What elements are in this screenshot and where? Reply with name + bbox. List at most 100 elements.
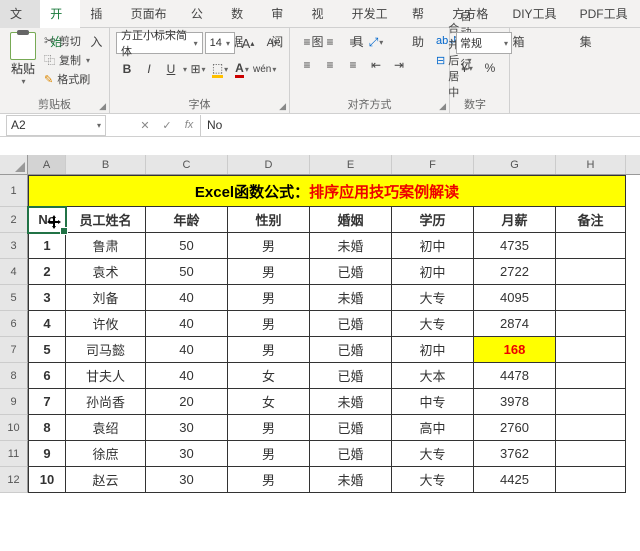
row-header-5[interactable]: 5: [0, 285, 28, 311]
row-header-3[interactable]: 3: [0, 233, 28, 259]
indent-right-button[interactable]: ⇥: [388, 55, 410, 75]
cell[interactable]: 4: [28, 311, 66, 337]
cell[interactable]: 40: [146, 337, 228, 363]
cell[interactable]: 2: [28, 259, 66, 285]
cell[interactable]: 男: [228, 233, 310, 259]
col-header-E[interactable]: E: [310, 155, 392, 174]
cell[interactable]: [556, 311, 626, 337]
tab-帮助[interactable]: 帮助: [402, 0, 442, 28]
row-header-1[interactable]: 1: [0, 175, 28, 207]
cell[interactable]: 中专: [392, 389, 474, 415]
cell[interactable]: [556, 337, 626, 363]
header-cell[interactable]: 年龄: [146, 207, 228, 233]
copy-button[interactable]: ⿻复制▾: [44, 52, 90, 68]
align-right-button[interactable]: ≡: [342, 55, 364, 75]
cell[interactable]: 8: [28, 415, 66, 441]
tab-文件[interactable]: 文件: [0, 0, 40, 28]
cell[interactable]: 2722: [474, 259, 556, 285]
row-header-8[interactable]: 8: [0, 363, 28, 389]
cell[interactable]: 孙尚香: [66, 389, 146, 415]
header-cell[interactable]: 婚姻: [310, 207, 392, 233]
cell[interactable]: 大本: [392, 363, 474, 389]
cell[interactable]: 30: [146, 467, 228, 493]
cell[interactable]: [556, 259, 626, 285]
cell[interactable]: 未婚: [310, 467, 392, 493]
name-box[interactable]: A2▾: [6, 115, 106, 136]
font-color-button[interactable]: A▾: [231, 58, 253, 80]
indent-left-button[interactable]: ⇤: [365, 55, 387, 75]
underline-button[interactable]: U: [160, 58, 182, 80]
decrease-font-button[interactable]: A▾: [261, 32, 283, 54]
format-painter-button[interactable]: ✎格式刷: [44, 71, 90, 87]
cell[interactable]: 男: [228, 259, 310, 285]
border-button[interactable]: ⊞▾: [187, 58, 209, 80]
header-cell[interactable]: 性别: [228, 207, 310, 233]
cell[interactable]: 男: [228, 311, 310, 337]
cell[interactable]: 初中: [392, 337, 474, 363]
tab-开始[interactable]: 开始: [40, 0, 80, 28]
tab-公式[interactable]: 公式: [181, 0, 221, 28]
cell[interactable]: 3762: [474, 441, 556, 467]
cell[interactable]: 甘夫人: [66, 363, 146, 389]
header-cell[interactable]: 学历: [392, 207, 474, 233]
dialog-launcher-icon[interactable]: ◢: [99, 101, 106, 112]
cell[interactable]: 袁术: [66, 259, 146, 285]
align-center-button[interactable]: ≡: [319, 55, 341, 75]
cancel-formula-button[interactable]: ✕: [134, 115, 156, 136]
cell[interactable]: 30: [146, 441, 228, 467]
cell[interactable]: 2760: [474, 415, 556, 441]
cell[interactable]: 已婚: [310, 363, 392, 389]
cell[interactable]: 30: [146, 415, 228, 441]
fill-color-button[interactable]: ⬚▾: [209, 58, 231, 80]
header-cell[interactable]: No: [28, 207, 66, 233]
cell[interactable]: 已婚: [310, 337, 392, 363]
tab-DIY工具箱[interactable]: DIY工具箱: [503, 0, 570, 28]
phonetic-button[interactable]: wén▾: [253, 58, 276, 80]
header-cell[interactable]: 月薪: [474, 207, 556, 233]
formula-input[interactable]: No: [201, 118, 640, 132]
cell[interactable]: 已婚: [310, 415, 392, 441]
cell[interactable]: 许攸: [66, 311, 146, 337]
row-header-7[interactable]: 7: [0, 337, 28, 363]
cell[interactable]: 4095: [474, 285, 556, 311]
cell[interactable]: 168: [474, 337, 556, 363]
italic-button[interactable]: I: [138, 58, 160, 80]
cell[interactable]: 40: [146, 363, 228, 389]
cell[interactable]: 袁绍: [66, 415, 146, 441]
cell[interactable]: [556, 415, 626, 441]
cell[interactable]: [556, 389, 626, 415]
cell[interactable]: 男: [228, 285, 310, 311]
paste-button[interactable]: 粘贴 ▾: [6, 30, 40, 87]
col-header-F[interactable]: F: [392, 155, 474, 174]
header-cell[interactable]: 备注: [556, 207, 626, 233]
cell[interactable]: 40: [146, 311, 228, 337]
bold-button[interactable]: B: [116, 58, 138, 80]
cell[interactable]: [556, 363, 626, 389]
cell[interactable]: [556, 441, 626, 467]
cell[interactable]: 20: [146, 389, 228, 415]
row-header-12[interactable]: 12: [0, 467, 28, 493]
col-header-H[interactable]: H: [556, 155, 626, 174]
cell[interactable]: 3: [28, 285, 66, 311]
tab-视图[interactable]: 视图: [301, 0, 341, 28]
cell[interactable]: 赵云: [66, 467, 146, 493]
cell[interactable]: 大专: [392, 467, 474, 493]
cell[interactable]: 已婚: [310, 311, 392, 337]
row-header-4[interactable]: 4: [0, 259, 28, 285]
tab-插入[interactable]: 插入: [80, 0, 120, 28]
cell[interactable]: 男: [228, 441, 310, 467]
cell[interactable]: 鲁肃: [66, 233, 146, 259]
align-middle-button[interactable]: ≡: [319, 32, 341, 52]
col-header-A[interactable]: A: [28, 155, 66, 174]
orientation-button[interactable]: ⤢▾: [365, 32, 387, 52]
cell[interactable]: 4735: [474, 233, 556, 259]
row-header-6[interactable]: 6: [0, 311, 28, 337]
tab-页面布局[interactable]: 页面布局: [121, 0, 181, 28]
cell[interactable]: 50: [146, 233, 228, 259]
cell[interactable]: 3978: [474, 389, 556, 415]
tab-数据[interactable]: 数据: [221, 0, 261, 28]
cell[interactable]: 男: [228, 467, 310, 493]
cell[interactable]: 未婚: [310, 285, 392, 311]
cell[interactable]: 男: [228, 415, 310, 441]
accept-formula-button[interactable]: ✓: [156, 115, 178, 136]
